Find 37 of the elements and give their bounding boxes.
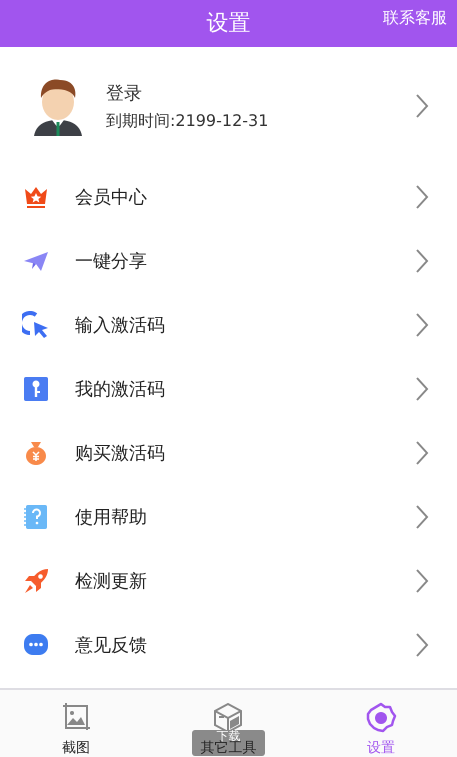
page-title: 设置 [206,10,250,38]
key-icon [22,375,50,403]
menu-label: 输入激活码 [75,314,166,338]
chevron-right-icon [415,568,429,594]
menu-item[interactable]: 会员中心 [0,165,457,229]
chevron-right-icon [415,504,429,530]
menu-item[interactable]: 检测更新 [0,549,457,613]
menu-label: 一键分享 [75,250,148,274]
menu-label: 使用帮助 [75,506,148,530]
menu-label: 检测更新 [75,570,148,594]
help-book-icon [22,503,50,531]
menu-item[interactable]: 输入激活码 [0,293,457,357]
chevron-right-icon [415,184,429,210]
menu-label: 购买激活码 [75,442,166,466]
chevron-right-icon [415,312,429,338]
nav-tab[interactable]: 设置 [304,690,457,757]
contact-service-button[interactable]: 联系客服 [383,6,447,30]
menu-item[interactable]: 使用帮助 [0,485,457,549]
chevron-right-icon [415,632,429,658]
profile-row[interactable]: 登录 到期时间:2199-12-31 [0,47,457,165]
expiry-date: 到期时间:2199-12-31 [106,110,270,132]
login-label: 登录 [106,82,143,106]
menu-label: 意见反馈 [75,634,148,658]
menu-label: 我的激活码 [75,378,166,402]
chevron-right-icon [415,93,429,119]
chevron-right-icon [415,248,429,274]
menu-item[interactable]: 意见反馈 [0,613,457,677]
menu-item[interactable]: 一键分享 [0,229,457,293]
nav-tab[interactable]: 截图 [0,690,152,757]
menu-label: 会员中心 [75,186,148,210]
settings-icon [364,702,397,734]
cursor-click-icon [22,311,50,339]
rocket-icon [22,567,50,595]
menu-item[interactable]: 我的激活码 [0,357,457,421]
chevron-right-icon [415,376,429,402]
menu-item[interactable]: 购买激活码 [0,421,457,485]
chevron-right-icon [415,440,429,466]
